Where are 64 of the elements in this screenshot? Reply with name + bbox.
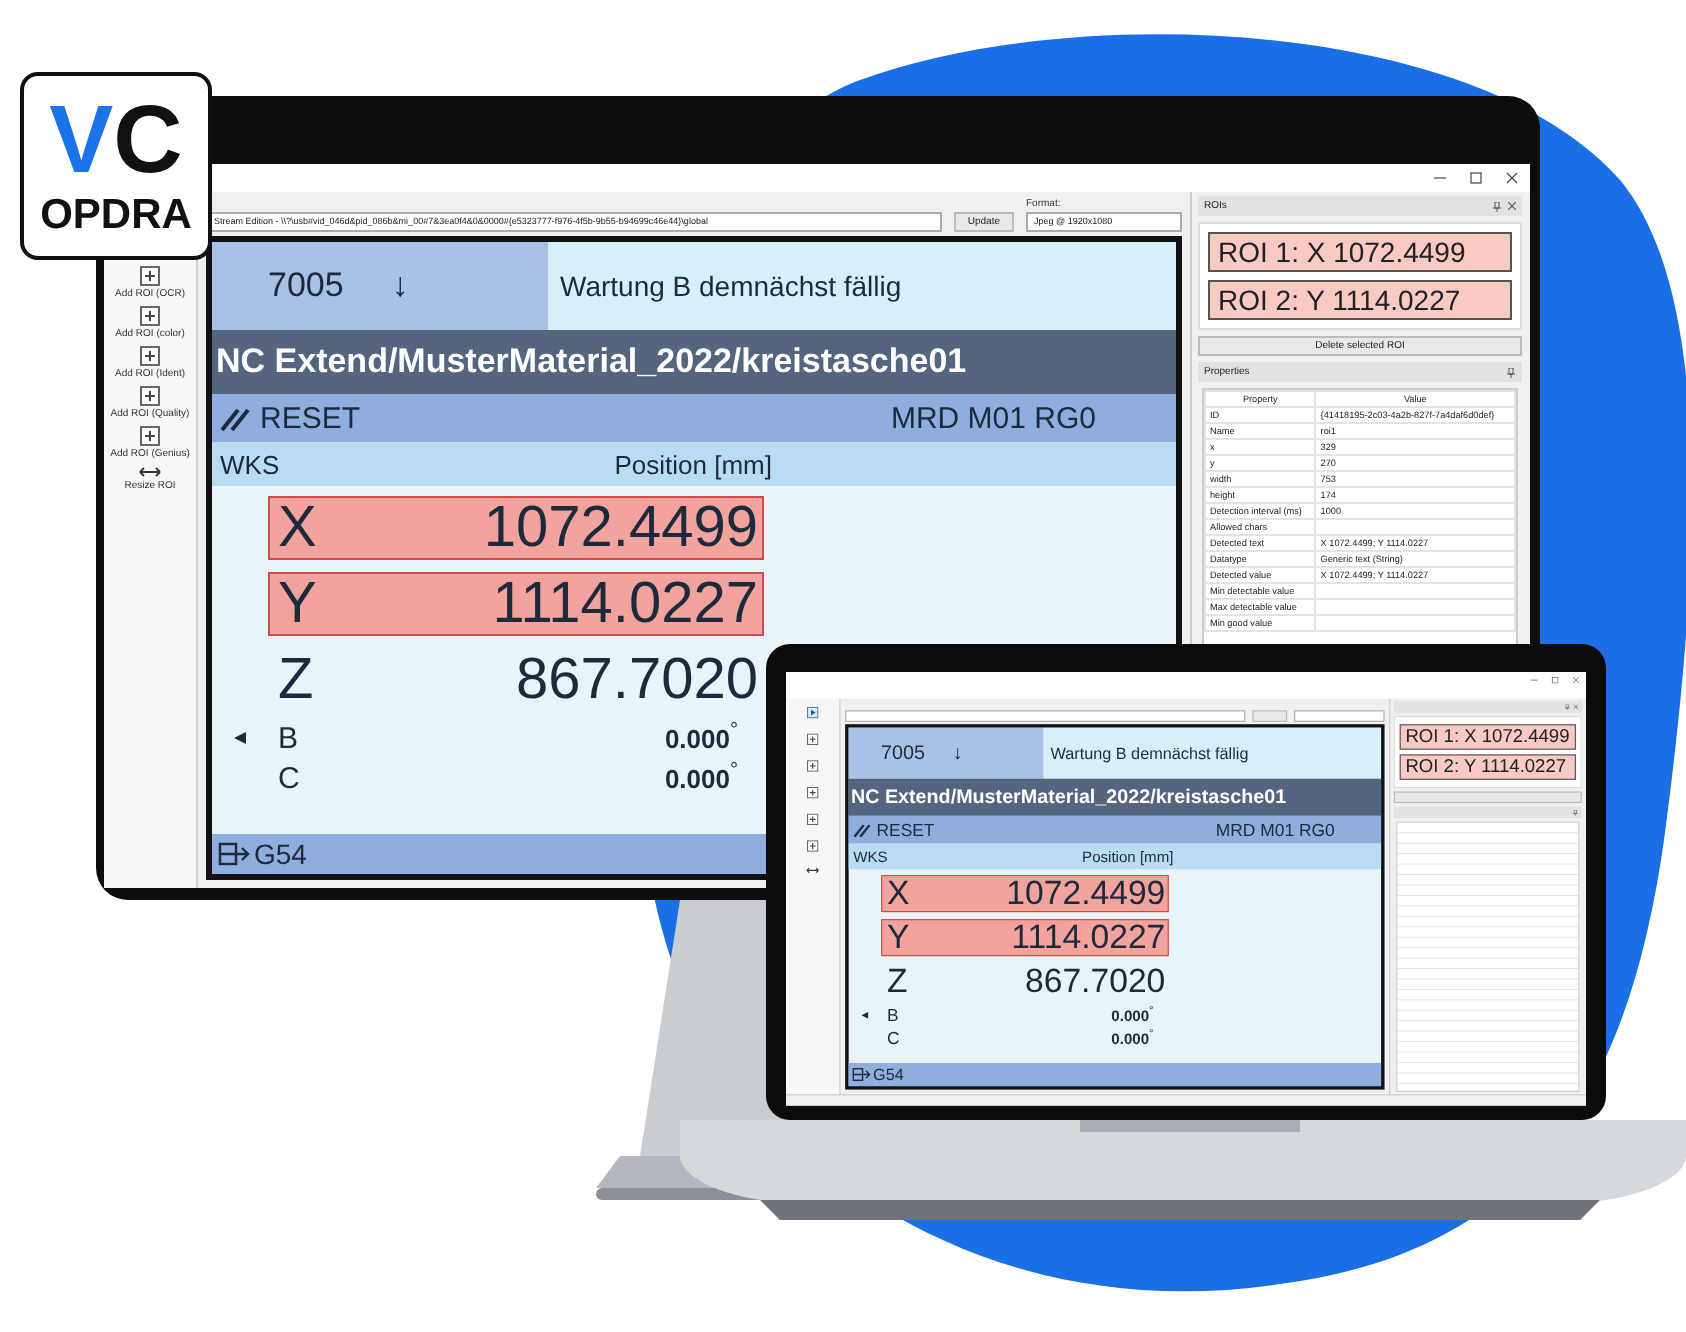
axis-name: Y [278, 571, 317, 637]
degree-unit: ° [730, 762, 738, 782]
pin-icon[interactable] [1492, 201, 1502, 211]
plus-square-icon [806, 840, 819, 852]
axis-value: 0.000 [662, 763, 730, 793]
double-slash-icon [853, 821, 872, 838]
work-offset: G54 [254, 838, 307, 870]
degree-unit: ° [730, 722, 738, 742]
roi-item[interactable]: ROI 1: X 1072.4499 [1208, 232, 1512, 272]
axis-name: X [278, 495, 317, 561]
axis-value: 867.7020 [516, 647, 758, 713]
modal-status: MRD M01 RG0 [1215, 819, 1335, 840]
reset-status: RESET [260, 401, 361, 435]
plus-square-icon [806, 786, 819, 799]
close-icon[interactable] [1508, 201, 1516, 209]
axis-name: B [886, 1005, 901, 1026]
alarm-arrow: ↓ [391, 266, 409, 306]
plus-square-icon [139, 346, 160, 366]
axis-name: C [886, 1028, 902, 1049]
program-path: NC Extend/MusterMaterial_2022/kreistasche01 [850, 785, 1287, 809]
program-path: NC Extend/MusterMaterial_2022/kreistasche01 [216, 342, 967, 382]
plus-square-icon [806, 813, 819, 826]
close-icon[interactable] [1506, 172, 1518, 184]
axis-value: 1072.4499 [1006, 874, 1166, 913]
roi-item[interactable]: ROI 2: Y 1114.0227 [1399, 754, 1576, 780]
roi-item[interactable]: ROI 1: X 1072.4499 [1399, 724, 1576, 750]
reset-status: RESET [876, 819, 935, 840]
modal-status: MRD M01 RG0 [890, 401, 1096, 435]
roi-item[interactable]: ROI 2: Y 1114.0227 [1208, 280, 1512, 320]
maximize-icon[interactable] [1470, 172, 1482, 184]
alarm-message: Wartung B demnächst fällig [560, 270, 902, 302]
plus-square-icon [140, 386, 160, 406]
alarm-number: 7005 [268, 266, 344, 306]
work-offset-icon [218, 842, 250, 866]
axis-value: 1114.0227 [1011, 918, 1166, 957]
pin-icon[interactable] [1506, 367, 1516, 377]
axis-name: Z [886, 962, 908, 1001]
alarm-message: Wartung B demnächst fällig [1050, 743, 1249, 763]
double-arrow-icon [138, 466, 162, 478]
plus-square-icon [806, 760, 819, 772]
position-label: Position [mm] [612, 449, 772, 479]
alarm-number: 7005 [881, 741, 925, 765]
axis-value: 1072.4499 [483, 495, 758, 561]
alarm-arrow: ↓ [952, 741, 963, 765]
axis-name: Z [278, 647, 314, 713]
logo-name: OPDRA [40, 192, 192, 240]
axis-value: 0.000 [662, 723, 730, 753]
axis-value: 867.7020 [1025, 962, 1166, 1001]
logo-mark: VC [49, 92, 183, 192]
plus-square-icon [139, 306, 160, 326]
plus-square-icon [140, 426, 160, 446]
axis-name: X [886, 874, 910, 913]
play-icon [806, 706, 819, 719]
frame-label: WKS [220, 449, 280, 479]
axis-name: Y [886, 918, 910, 957]
axis-name: C [278, 761, 302, 795]
plus-square-icon [806, 733, 819, 746]
work-offset-icon [852, 1067, 871, 1082]
plus-square-icon [139, 266, 160, 286]
axis-name: B [278, 721, 301, 755]
work-offset: G54 [873, 1065, 904, 1084]
axis-value: 1114.0227 [492, 571, 758, 637]
double-slash-icon [220, 404, 252, 432]
minimize-icon[interactable] [1434, 172, 1446, 184]
